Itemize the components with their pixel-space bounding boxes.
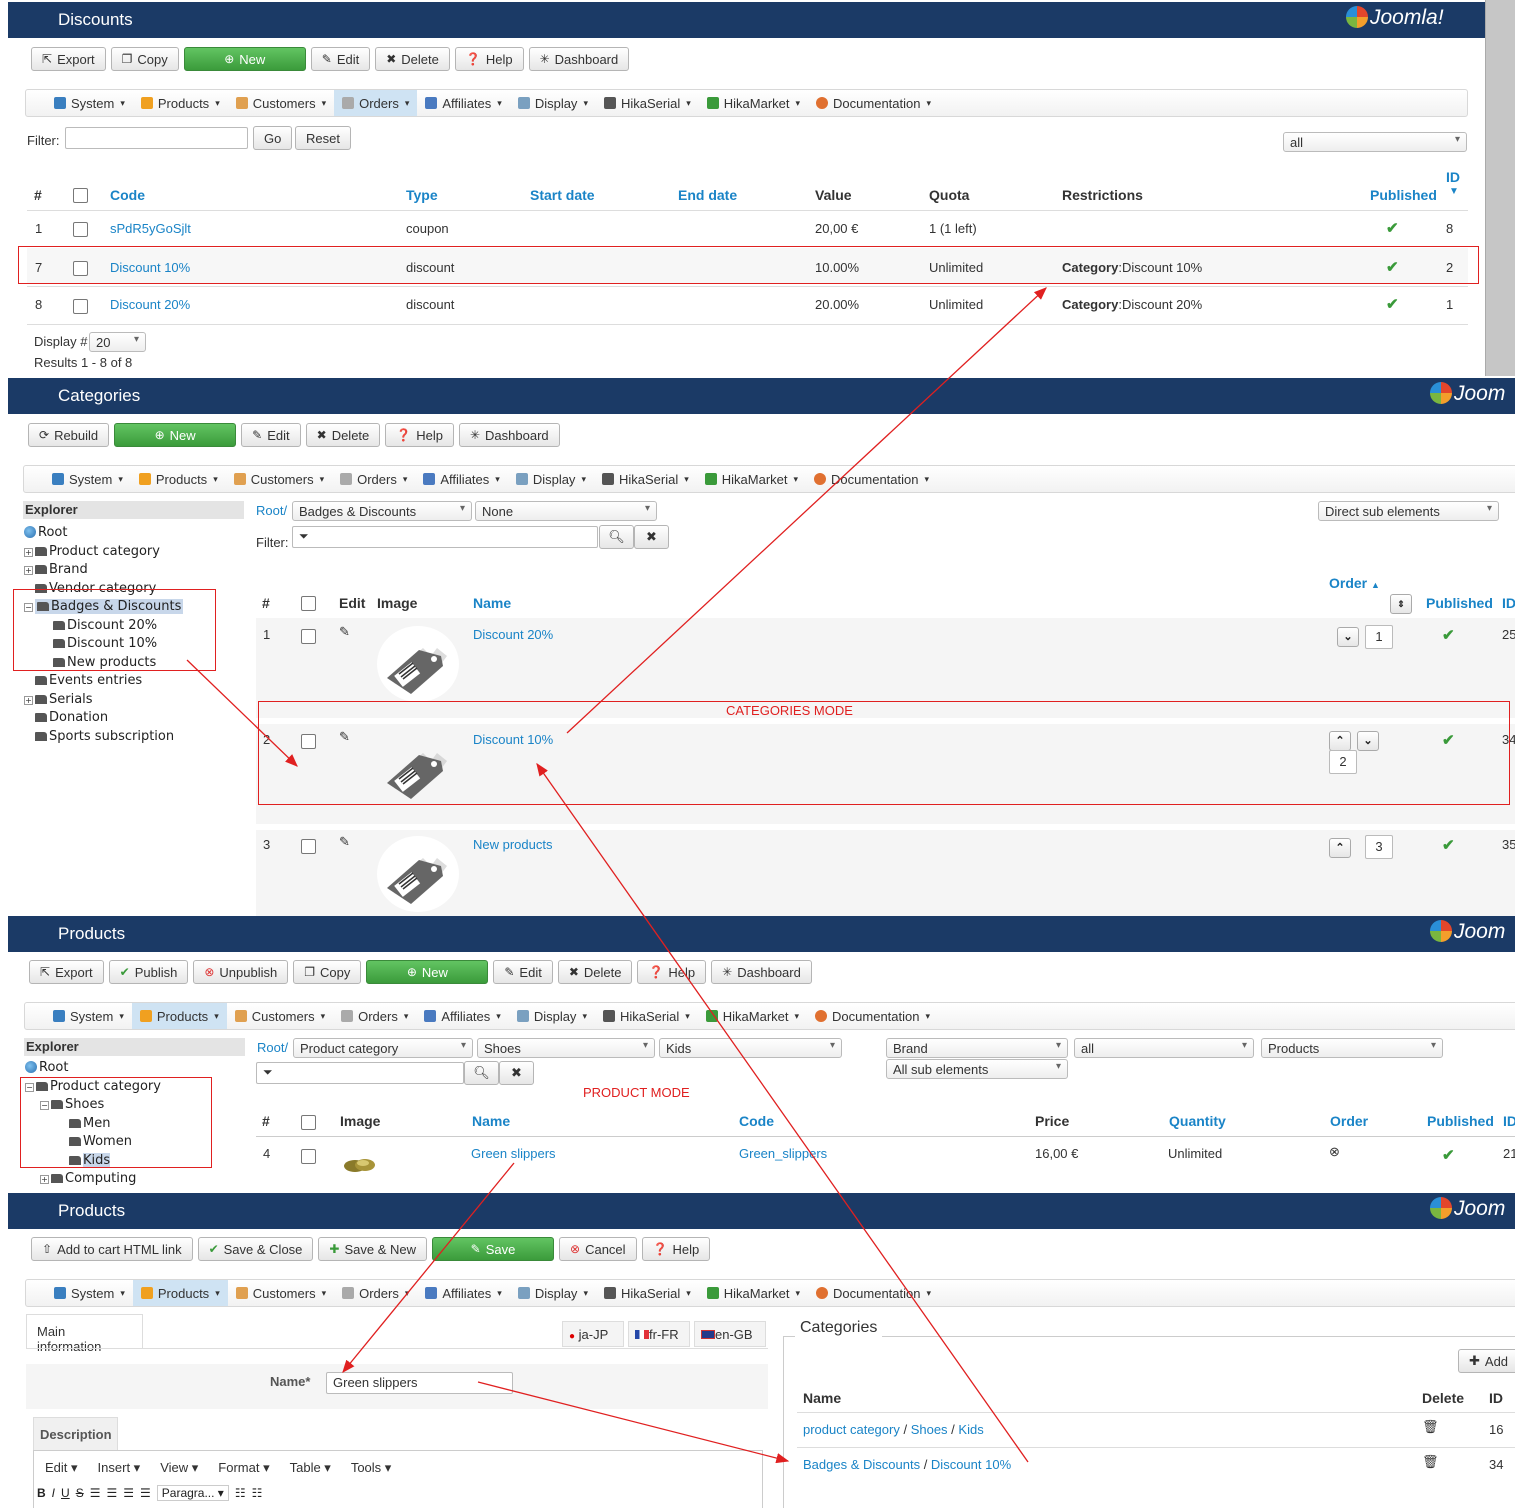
arrow [536,762,1029,1463]
arrow [566,287,1047,734]
arrow [186,659,298,767]
arrow [477,1381,790,1464]
arrow [342,1162,515,1374]
annotation-arrows [186,287,1047,1464]
